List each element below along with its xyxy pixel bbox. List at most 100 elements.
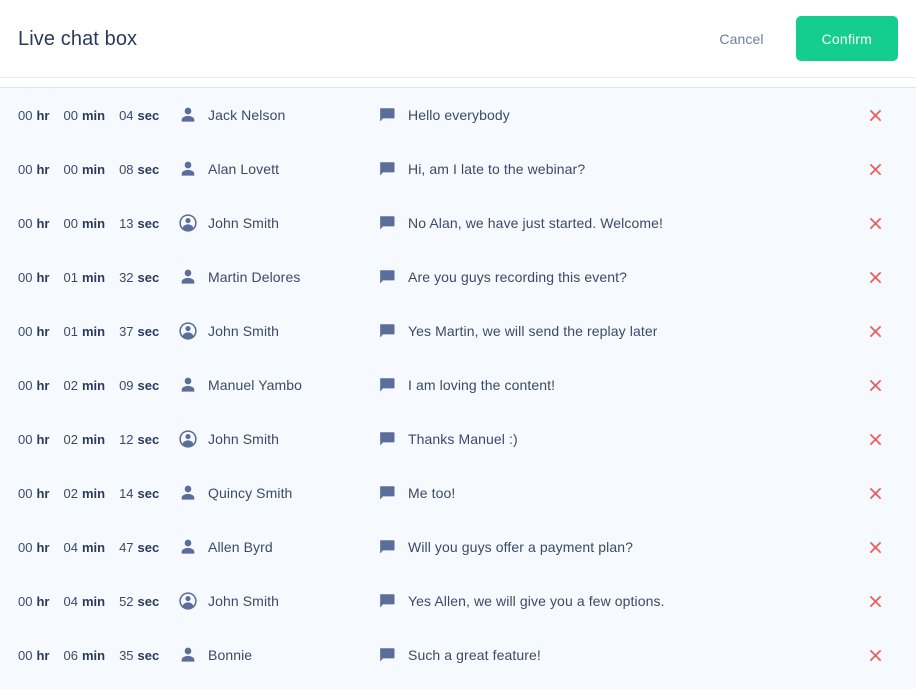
account-circle-icon bbox=[178, 213, 198, 233]
seconds-value: 04 bbox=[119, 107, 134, 123]
message-text: I am loving the content! bbox=[408, 377, 556, 393]
message-cell: Yes Martin, we will send the replay late… bbox=[378, 322, 852, 340]
minutes-unit: min bbox=[81, 539, 106, 555]
minutes-value: 02 bbox=[63, 431, 78, 447]
timestamp-hours: 00 hr bbox=[18, 648, 49, 663]
delete-row-button[interactable] bbox=[863, 103, 888, 128]
timestamp-cell: 00 hr 00 min 13 sec bbox=[18, 216, 178, 231]
close-icon bbox=[867, 431, 884, 448]
chat-list-panel: 00 hr 00 min 04 sec Jack Nelson Hello everybody… bbox=[0, 87, 916, 689]
message-text: Are you guys recording this event? bbox=[408, 269, 627, 285]
hours-value: 00 bbox=[18, 593, 33, 609]
minutes-value: 01 bbox=[63, 323, 78, 339]
chat-row: 00 hr 02 min 12 sec John Smith Thanks Manuel :) bbox=[0, 412, 916, 466]
chat-bubble-icon bbox=[378, 214, 396, 232]
user-cell: John Smith bbox=[178, 429, 378, 449]
chat-bubble-icon bbox=[378, 538, 396, 556]
person-icon bbox=[178, 375, 198, 395]
close-icon bbox=[867, 269, 884, 286]
timestamp-seconds: 08 sec bbox=[119, 162, 159, 177]
delete-row-button[interactable] bbox=[863, 535, 888, 560]
hours-value: 00 bbox=[18, 431, 33, 447]
minutes-unit: min bbox=[81, 593, 106, 609]
hours-unit: hr bbox=[36, 161, 50, 177]
delete-cell bbox=[852, 373, 898, 398]
minutes-value: 04 bbox=[63, 539, 78, 555]
chat-row: 00 hr 04 min 47 sec Allen Byrd Will you guys of… bbox=[0, 520, 916, 574]
chat-row: 00 hr 00 min 08 sec Alan Lovett Hi, am I late t… bbox=[0, 142, 916, 196]
close-icon bbox=[867, 539, 884, 556]
timestamp-minutes: 02 min bbox=[63, 432, 105, 447]
message-text: Yes Martin, we will send the replay late… bbox=[408, 323, 658, 339]
delete-row-button[interactable] bbox=[863, 427, 888, 452]
seconds-unit: sec bbox=[137, 539, 160, 555]
timestamp-cell: 00 hr 04 min 52 sec bbox=[18, 594, 178, 609]
hours-value: 00 bbox=[18, 161, 33, 177]
timestamp-minutes: 02 min bbox=[63, 486, 105, 501]
seconds-value: 14 bbox=[119, 485, 134, 501]
minutes-unit: min bbox=[81, 485, 106, 501]
seconds-unit: sec bbox=[137, 647, 160, 663]
timestamp-hours: 00 hr bbox=[18, 378, 49, 393]
user-cell: Manuel Yambo bbox=[178, 375, 378, 395]
timestamp-cell: 00 hr 02 min 14 sec bbox=[18, 486, 178, 501]
person-icon bbox=[178, 159, 198, 179]
close-icon bbox=[867, 485, 884, 502]
user-cell: Jack Nelson bbox=[178, 105, 378, 125]
message-cell: Will you guys offer a payment plan? bbox=[378, 538, 852, 556]
hours-value: 00 bbox=[18, 485, 33, 501]
user-name: John Smith bbox=[208, 431, 280, 447]
message-cell: Thanks Manuel :) bbox=[378, 430, 852, 448]
minutes-unit: min bbox=[81, 647, 106, 663]
timestamp-seconds: 12 sec bbox=[119, 432, 159, 447]
seconds-value: 52 bbox=[119, 593, 134, 609]
delete-row-button[interactable] bbox=[863, 157, 888, 182]
message-cell: Hello everybody bbox=[378, 106, 852, 124]
timestamp-minutes: 01 min bbox=[63, 270, 105, 285]
delete-row-button[interactable] bbox=[863, 211, 888, 236]
cancel-button[interactable]: Cancel bbox=[705, 22, 777, 56]
close-icon bbox=[867, 161, 884, 178]
minutes-value: 06 bbox=[63, 647, 78, 663]
seconds-unit: sec bbox=[137, 377, 160, 393]
timestamp-seconds: 14 sec bbox=[119, 486, 159, 501]
delete-row-button[interactable] bbox=[863, 643, 888, 668]
timestamp-minutes: 00 min bbox=[63, 162, 105, 177]
message-text: Will you guys offer a payment plan? bbox=[408, 539, 634, 555]
chat-bubble-icon bbox=[378, 646, 396, 664]
timestamp-cell: 00 hr 04 min 47 sec bbox=[18, 540, 178, 555]
seconds-value: 37 bbox=[119, 323, 134, 339]
account-circle-icon bbox=[178, 321, 198, 341]
timestamp-cell: 00 hr 00 min 04 sec bbox=[18, 108, 178, 123]
minutes-value: 01 bbox=[63, 269, 78, 285]
timestamp-minutes: 02 min bbox=[63, 378, 105, 393]
hours-unit: hr bbox=[36, 485, 50, 501]
hours-unit: hr bbox=[36, 377, 50, 393]
delete-row-button[interactable] bbox=[863, 319, 888, 344]
delete-row-button[interactable] bbox=[863, 589, 888, 614]
user-name: Jack Nelson bbox=[208, 107, 286, 123]
account-circle-icon bbox=[178, 429, 198, 449]
delete-row-button[interactable] bbox=[863, 265, 888, 290]
minutes-unit: min bbox=[81, 161, 106, 177]
account-circle-icon bbox=[178, 591, 198, 611]
hours-unit: hr bbox=[36, 539, 50, 555]
seconds-value: 35 bbox=[119, 647, 134, 663]
timestamp-seconds: 04 sec bbox=[119, 108, 159, 123]
person-icon bbox=[178, 267, 198, 287]
hours-value: 00 bbox=[18, 539, 33, 555]
chat-bubble-icon bbox=[378, 484, 396, 502]
user-name: Martin Delores bbox=[208, 269, 301, 285]
close-icon bbox=[867, 215, 884, 232]
delete-row-button[interactable] bbox=[863, 481, 888, 506]
hours-unit: hr bbox=[36, 215, 50, 231]
seconds-value: 32 bbox=[119, 269, 134, 285]
timestamp-hours: 00 hr bbox=[18, 270, 49, 285]
chat-row-list: 00 hr 00 min 04 sec Jack Nelson Hello everybody… bbox=[0, 88, 916, 682]
hours-value: 00 bbox=[18, 323, 33, 339]
delete-cell bbox=[852, 481, 898, 506]
seconds-unit: sec bbox=[137, 485, 160, 501]
chat-row: 00 hr 00 min 04 sec Jack Nelson Hello everybody bbox=[0, 88, 916, 142]
confirm-button[interactable]: Confirm bbox=[795, 16, 898, 61]
delete-row-button[interactable] bbox=[863, 373, 888, 398]
